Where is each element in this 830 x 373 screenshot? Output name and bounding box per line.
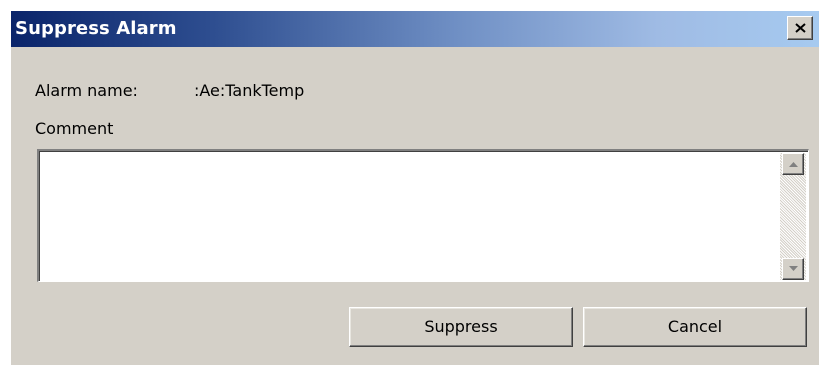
window-title: Suppress Alarm bbox=[15, 18, 177, 39]
comment-input[interactable] bbox=[41, 153, 775, 282]
arrow-up-icon bbox=[789, 162, 798, 167]
comment-label: Comment bbox=[35, 119, 114, 138]
arrow-down-icon bbox=[789, 266, 798, 271]
alarm-name-label: Alarm name: bbox=[35, 81, 138, 100]
alarm-name-value: :Ae:TankTemp bbox=[194, 81, 305, 100]
scroll-down-button[interactable] bbox=[782, 258, 804, 280]
close-x-icon bbox=[795, 23, 806, 33]
comment-field[interactable] bbox=[37, 149, 809, 282]
suppress-button[interactable]: Suppress bbox=[349, 307, 573, 347]
suppress-alarm-dialog: Suppress Alarm Alarm name: :Ae:TankTemp … bbox=[11, 11, 819, 365]
title-bar[interactable]: Suppress Alarm bbox=[11, 11, 819, 47]
comment-scrollbar[interactable] bbox=[780, 153, 806, 280]
scroll-up-button[interactable] bbox=[782, 153, 804, 175]
close-button[interactable] bbox=[787, 16, 813, 40]
cancel-button[interactable]: Cancel bbox=[583, 307, 807, 347]
